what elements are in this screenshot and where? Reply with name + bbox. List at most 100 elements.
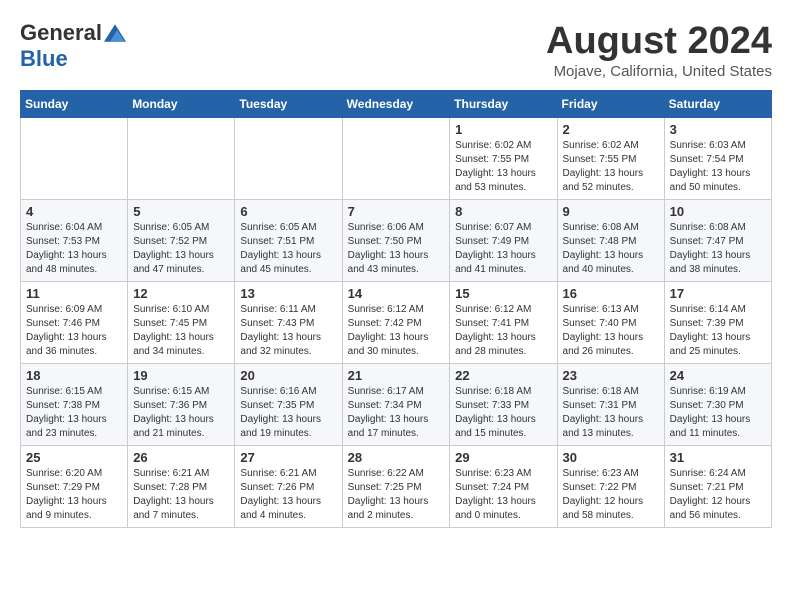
- calendar-cell: 25Sunrise: 6:20 AM Sunset: 7:29 PM Dayli…: [21, 446, 128, 528]
- day-number: 1: [455, 122, 551, 137]
- calendar-cell: 9 Sunrise: 6:08 AM Sunset: 7:48 PM Daylig…: [557, 200, 664, 282]
- calendar-cell: 21 Sunrise: 6:17 AM Sunset: 7:34 PM Dayli…: [342, 364, 450, 446]
- day-info: Sunrise: 6:06 AM Sunset: 7:50 PM Dayligh…: [348, 221, 445, 277]
- calendar-week-4: 18Sunrise: 6:15 AM Sunset: 7:38 PM Dayli…: [21, 364, 772, 446]
- day-number: 17: [670, 286, 766, 301]
- calendar-cell: 27Sunrise: 6:21 AM Sunset: 7:26 PM Dayli…: [235, 446, 342, 528]
- day-number: 26: [133, 450, 229, 465]
- logo-general: General: [20, 20, 102, 46]
- calendar-header-friday: Friday: [557, 91, 664, 118]
- day-number: 16: [563, 286, 659, 301]
- day-info: Sunrise: 6:18 AM Sunset: 7:33 PM Dayligh…: [455, 385, 551, 441]
- calendar-cell: 29 Sunrise: 6:23 AM Sunset: 7:24 PM Dayli…: [450, 446, 557, 528]
- day-number: 21: [348, 368, 445, 383]
- calendar-cell: 22 Sunrise: 6:18 AM Sunset: 7:33 PM Dayli…: [450, 364, 557, 446]
- calendar-cell: 1 Sunrise: 6:02 AM Sunset: 7:55 PM Daylig…: [450, 118, 557, 200]
- day-info: Sunrise: 6:05 AM Sunset: 7:52 PM Dayligh…: [133, 221, 229, 277]
- calendar-cell: 28 Sunrise: 6:22 AM Sunset: 7:25 PM Dayli…: [342, 446, 450, 528]
- month-title: August 2024: [546, 20, 772, 63]
- calendar-cell: 7 Sunrise: 6:06 AM Sunset: 7:50 PM Daylig…: [342, 200, 450, 282]
- day-info: Sunrise: 6:18 AM Sunset: 7:31 PM Dayligh…: [563, 385, 659, 441]
- day-number: 23: [563, 368, 659, 383]
- day-info: Sunrise: 6:07 AM Sunset: 7:49 PM Dayligh…: [455, 221, 551, 277]
- calendar-cell: [342, 118, 450, 200]
- calendar-cell: 30 Sunrise: 6:23 AM Sunset: 7:22 PM Dayli…: [557, 446, 664, 528]
- calendar-week-2: 4Sunrise: 6:04 AM Sunset: 7:53 PM Daylig…: [21, 200, 772, 282]
- day-info: Sunrise: 6:16 AM Sunset: 7:35 PM Dayligh…: [240, 385, 336, 441]
- day-info: Sunrise: 6:19 AM Sunset: 7:30 PM Dayligh…: [670, 385, 766, 441]
- calendar-header-saturday: Saturday: [664, 91, 771, 118]
- calendar-week-5: 25Sunrise: 6:20 AM Sunset: 7:29 PM Dayli…: [21, 446, 772, 528]
- day-info: Sunrise: 6:05 AM Sunset: 7:51 PM Dayligh…: [240, 221, 336, 277]
- calendar-cell: 4Sunrise: 6:04 AM Sunset: 7:53 PM Daylig…: [21, 200, 128, 282]
- calendar-header-wednesday: Wednesday: [342, 91, 450, 118]
- day-info: Sunrise: 6:21 AM Sunset: 7:26 PM Dayligh…: [240, 467, 336, 523]
- day-info: Sunrise: 6:24 AM Sunset: 7:21 PM Dayligh…: [670, 467, 766, 523]
- day-info: Sunrise: 6:15 AM Sunset: 7:38 PM Dayligh…: [26, 385, 122, 441]
- day-number: 4: [26, 204, 122, 219]
- day-number: 11: [26, 286, 122, 301]
- calendar: SundayMondayTuesdayWednesdayThursdayFrid…: [20, 90, 772, 528]
- calendar-cell: [128, 118, 235, 200]
- day-number: 25: [26, 450, 122, 465]
- day-number: 13: [240, 286, 336, 301]
- day-info: Sunrise: 6:10 AM Sunset: 7:45 PM Dayligh…: [133, 303, 229, 359]
- calendar-cell: [235, 118, 342, 200]
- day-number: 28: [348, 450, 445, 465]
- day-info: Sunrise: 6:15 AM Sunset: 7:36 PM Dayligh…: [133, 385, 229, 441]
- day-info: Sunrise: 6:23 AM Sunset: 7:22 PM Dayligh…: [563, 467, 659, 523]
- day-number: 5: [133, 204, 229, 219]
- calendar-cell: 18Sunrise: 6:15 AM Sunset: 7:38 PM Dayli…: [21, 364, 128, 446]
- day-number: 12: [133, 286, 229, 301]
- day-info: Sunrise: 6:23 AM Sunset: 7:24 PM Dayligh…: [455, 467, 551, 523]
- logo-blue: Blue: [20, 46, 68, 71]
- day-number: 30: [563, 450, 659, 465]
- calendar-cell: 20 Sunrise: 6:16 AM Sunset: 7:35 PM Dayli…: [235, 364, 342, 446]
- calendar-cell: 31 Sunrise: 6:24 AM Sunset: 7:21 PM Dayli…: [664, 446, 771, 528]
- day-number: 20: [240, 368, 336, 383]
- day-info: Sunrise: 6:08 AM Sunset: 7:47 PM Dayligh…: [670, 221, 766, 277]
- calendar-header-tuesday: Tuesday: [235, 91, 342, 118]
- calendar-header-sunday: Sunday: [21, 91, 128, 118]
- title-area: August 2024 Mojave, California, United S…: [546, 20, 772, 80]
- day-info: Sunrise: 6:11 AM Sunset: 7:43 PM Dayligh…: [240, 303, 336, 359]
- calendar-cell: 23 Sunrise: 6:18 AM Sunset: 7:31 PM Dayli…: [557, 364, 664, 446]
- day-number: 2: [563, 122, 659, 137]
- calendar-cell: 19Sunrise: 6:15 AM Sunset: 7:36 PM Dayli…: [128, 364, 235, 446]
- day-number: 15: [455, 286, 551, 301]
- day-number: 22: [455, 368, 551, 383]
- calendar-cell: 2 Sunrise: 6:02 AM Sunset: 7:55 PM Daylig…: [557, 118, 664, 200]
- calendar-cell: 8Sunrise: 6:07 AM Sunset: 7:49 PM Daylig…: [450, 200, 557, 282]
- day-info: Sunrise: 6:22 AM Sunset: 7:25 PM Dayligh…: [348, 467, 445, 523]
- calendar-header-row: SundayMondayTuesdayWednesdayThursdayFrid…: [21, 91, 772, 118]
- calendar-cell: 16Sunrise: 6:13 AM Sunset: 7:40 PM Dayli…: [557, 282, 664, 364]
- location: Mojave, California, United States: [546, 63, 772, 80]
- day-number: 9: [563, 204, 659, 219]
- day-number: 7: [348, 204, 445, 219]
- logo: General Blue: [20, 20, 126, 72]
- calendar-week-1: 1 Sunrise: 6:02 AM Sunset: 7:55 PM Daylig…: [21, 118, 772, 200]
- calendar-cell: 24 Sunrise: 6:19 AM Sunset: 7:30 PM Dayli…: [664, 364, 771, 446]
- calendar-cell: 15 Sunrise: 6:12 AM Sunset: 7:41 PM Dayli…: [450, 282, 557, 364]
- calendar-cell: 13 Sunrise: 6:11 AM Sunset: 7:43 PM Dayli…: [235, 282, 342, 364]
- calendar-cell: 10 Sunrise: 6:08 AM Sunset: 7:47 PM Dayli…: [664, 200, 771, 282]
- day-number: 14: [348, 286, 445, 301]
- day-info: Sunrise: 6:17 AM Sunset: 7:34 PM Dayligh…: [348, 385, 445, 441]
- day-info: Sunrise: 6:02 AM Sunset: 7:55 PM Dayligh…: [455, 139, 551, 195]
- calendar-week-3: 11Sunrise: 6:09 AM Sunset: 7:46 PM Dayli…: [21, 282, 772, 364]
- day-info: Sunrise: 6:02 AM Sunset: 7:55 PM Dayligh…: [563, 139, 659, 195]
- day-number: 24: [670, 368, 766, 383]
- calendar-cell: 3Sunrise: 6:03 AM Sunset: 7:54 PM Daylig…: [664, 118, 771, 200]
- calendar-cell: [21, 118, 128, 200]
- calendar-header-thursday: Thursday: [450, 91, 557, 118]
- calendar-cell: 5 Sunrise: 6:05 AM Sunset: 7:52 PM Daylig…: [128, 200, 235, 282]
- day-info: Sunrise: 6:12 AM Sunset: 7:41 PM Dayligh…: [455, 303, 551, 359]
- calendar-cell: 26Sunrise: 6:21 AM Sunset: 7:28 PM Dayli…: [128, 446, 235, 528]
- day-info: Sunrise: 6:14 AM Sunset: 7:39 PM Dayligh…: [670, 303, 766, 359]
- day-number: 29: [455, 450, 551, 465]
- calendar-cell: 12 Sunrise: 6:10 AM Sunset: 7:45 PM Dayli…: [128, 282, 235, 364]
- day-number: 31: [670, 450, 766, 465]
- day-info: Sunrise: 6:08 AM Sunset: 7:48 PM Dayligh…: [563, 221, 659, 277]
- day-number: 10: [670, 204, 766, 219]
- logo-icon: [104, 22, 126, 44]
